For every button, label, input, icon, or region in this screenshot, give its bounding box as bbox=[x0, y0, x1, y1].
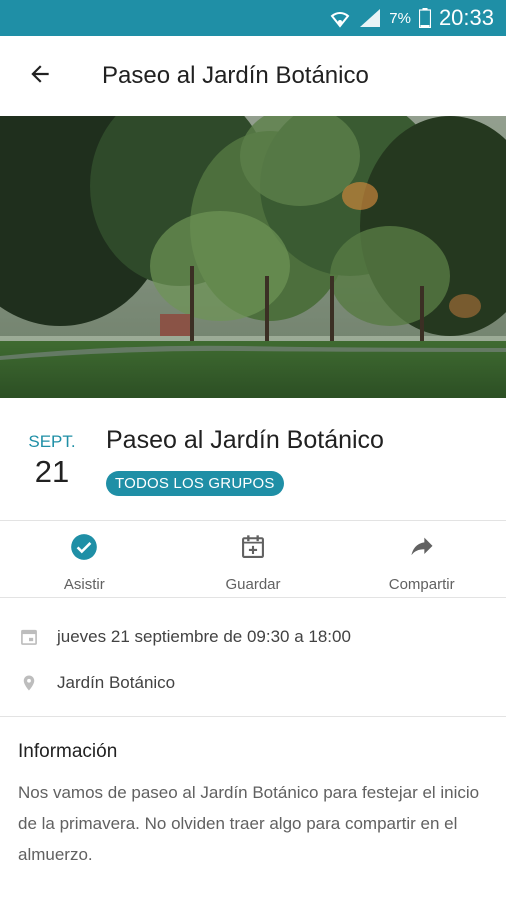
battery-icon bbox=[418, 8, 431, 28]
event-cover-image bbox=[0, 116, 506, 398]
share-icon bbox=[408, 533, 436, 566]
signal-icon bbox=[359, 8, 381, 28]
save-label: Guardar bbox=[225, 576, 281, 593]
event-datetime: jueves 21 septiembre de 09:30 a 18:00 bbox=[57, 627, 351, 646]
event-location-row[interactable]: Jardín Botánico bbox=[0, 660, 506, 706]
event-datetime-row: jueves 21 septiembre de 09:30 a 18:00 bbox=[0, 614, 506, 660]
check-circle-icon bbox=[70, 533, 98, 566]
share-button[interactable]: Compartir bbox=[337, 521, 506, 597]
group-badge[interactable]: TODOS LOS GRUPOS bbox=[106, 471, 284, 496]
info-section: Información Nos vamos de paseo al Jardín… bbox=[0, 717, 506, 870]
event-info: Paseo al Jardín Botánico TODOS LOS GRUPO… bbox=[104, 424, 384, 520]
app-bar: Paseo al Jardín Botánico bbox=[0, 36, 506, 116]
page-title: Paseo al Jardín Botánico bbox=[102, 62, 369, 89]
attend-button[interactable]: Asistir bbox=[0, 521, 169, 597]
status-bar: 7% 20:33 bbox=[0, 0, 506, 36]
action-bar: Asistir Guardar Compartir bbox=[0, 521, 506, 597]
event-location: Jardín Botánico bbox=[57, 673, 176, 692]
info-heading: Información bbox=[18, 741, 118, 762]
event-details: jueves 21 septiembre de 09:30 a 18:00 Ja… bbox=[0, 598, 506, 716]
location-pin-icon bbox=[18, 672, 40, 694]
calendar-add-icon bbox=[239, 533, 267, 566]
status-time: 20:33 bbox=[438, 5, 494, 30]
event-date: SEPT. 21 bbox=[0, 424, 104, 520]
wifi-icon bbox=[329, 8, 351, 28]
arrow-back-icon bbox=[27, 61, 53, 92]
event-title: Paseo al Jardín Botánico bbox=[106, 426, 384, 454]
event-header: SEPT. 21 Paseo al Jardín Botánico TODOS … bbox=[0, 398, 506, 520]
calendar-icon bbox=[18, 627, 40, 647]
event-month: SEPT. bbox=[28, 432, 76, 451]
back-button[interactable] bbox=[0, 36, 80, 116]
attend-label: Asistir bbox=[63, 576, 105, 593]
info-body: Nos vamos de paseo al Jardín Botánico pa… bbox=[18, 783, 480, 864]
share-label: Compartir bbox=[388, 576, 455, 593]
battery-percent: 7% bbox=[389, 9, 411, 27]
save-button[interactable]: Guardar bbox=[169, 521, 338, 597]
event-day: 21 bbox=[34, 454, 70, 489]
